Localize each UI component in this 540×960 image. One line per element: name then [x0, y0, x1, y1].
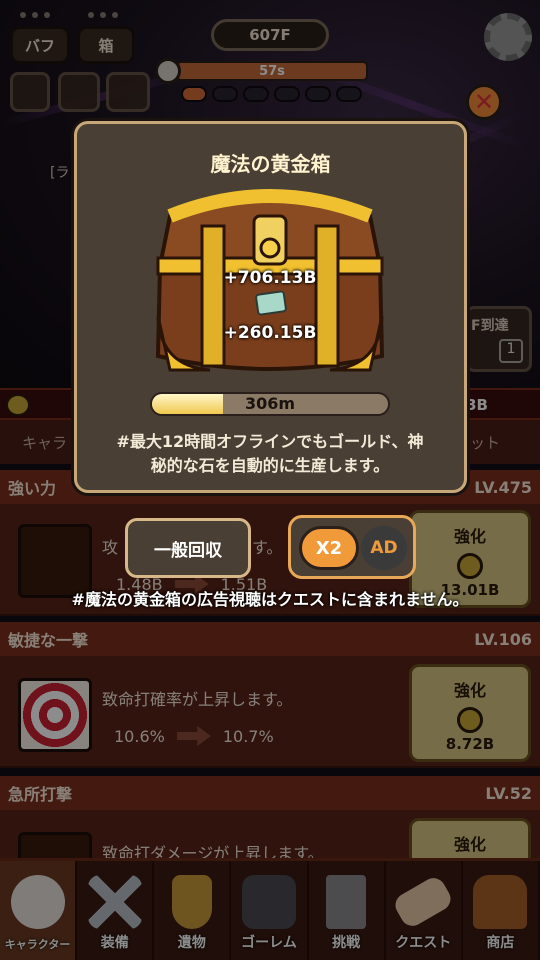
ad-label: AD [361, 526, 407, 570]
mystic-stone-icon [254, 290, 288, 316]
ad-double-button[interactable]: X2 AD [288, 515, 416, 579]
description-line: 秘的な石を自動的に生産します。 [150, 456, 390, 475]
modal-title: 魔法の黄金箱 [210, 152, 331, 176]
ad-notice: #魔法の黄金箱の広告視聴はクエストに含まれません。 [71, 590, 469, 609]
description-line: #最大12時間オフラインでもゴールド、神 [116, 432, 424, 451]
collect-button[interactable]: 一般回収 [125, 518, 251, 578]
x2-label: X2 [299, 526, 359, 570]
modal-description: #最大12時間オフラインでもゴールド、神 秘的な石を自動的に生産します。 [90, 430, 450, 478]
gold-reward: +706.13B [223, 268, 317, 288]
distance-text: 306m [244, 394, 296, 413]
stone-reward: +260.15B [223, 323, 317, 343]
